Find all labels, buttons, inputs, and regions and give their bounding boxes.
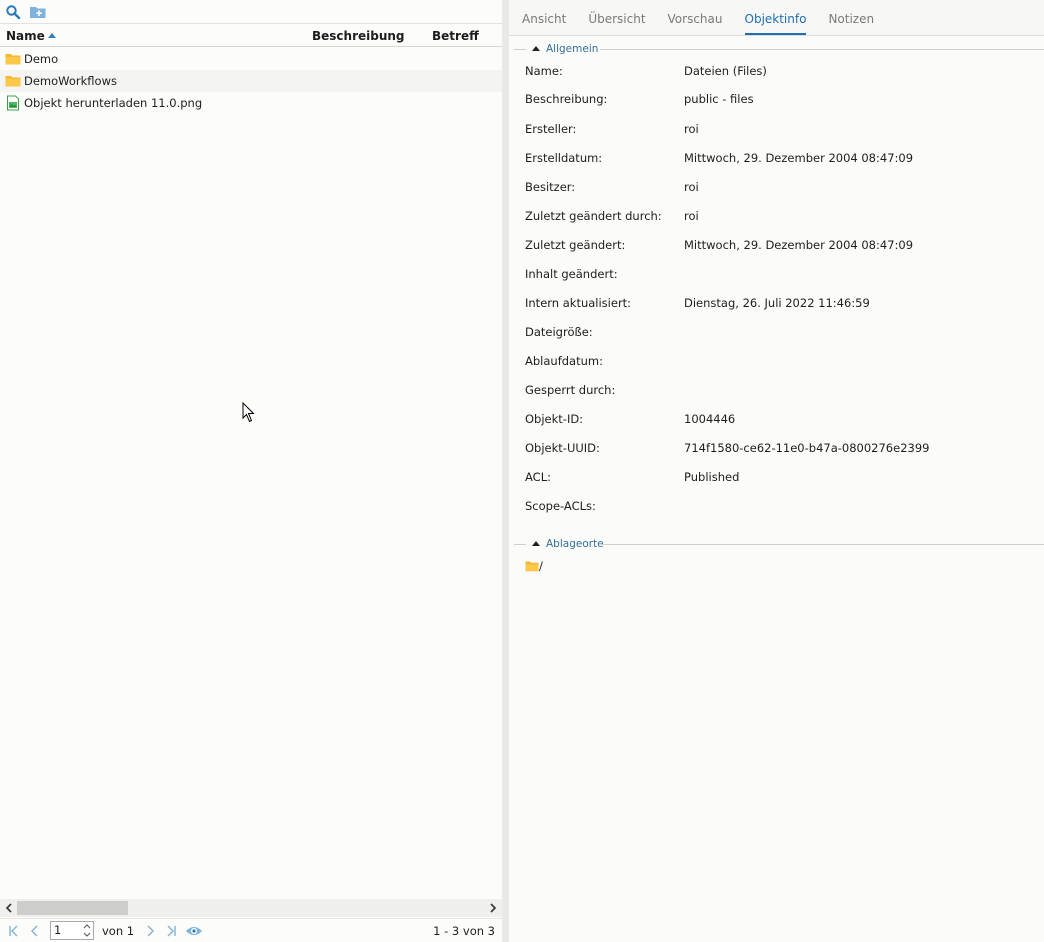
file-name: Demo [24, 52, 59, 66]
property-row: Besitzer: roi [525, 180, 1035, 196]
tab-ansicht[interactable]: Ansicht [522, 12, 566, 35]
property-row: Ablaufdatum: [525, 354, 1035, 370]
property-row: Zuletzt geändert: Mittwoch, 29. Dezember … [525, 238, 1035, 254]
property-row: Erstelldatum: Mittwoch, 29. Dezember 2004… [525, 151, 1035, 167]
property-row: Intern aktualisiert: Dienstag, 26. Juli 2… [525, 296, 1035, 312]
tab-uebersicht[interactable]: Übersicht [588, 12, 645, 35]
folder-icon [5, 73, 21, 89]
scroll-left-icon[interactable] [3, 902, 15, 914]
property-value: Dienstag, 26. Juli 2022 11:46:59 [684, 296, 870, 310]
property-value: Mittwoch, 29. Dezember 2004 08:47:09 [684, 238, 914, 252]
property-row: ACL: Published [525, 470, 1035, 486]
collapse-icon [532, 541, 540, 546]
folder-icon [5, 51, 21, 67]
property-label: Name: [525, 64, 563, 78]
section-general-title: Allgemein [546, 43, 599, 55]
file-browser-pane: Name Beschreibung Betreff Demo DemoWorkf… [0, 0, 502, 942]
property-label: Besitzer: [525, 180, 576, 194]
last-page-icon[interactable] [164, 924, 178, 938]
eye-icon[interactable] [185, 924, 203, 938]
property-row: Objekt-ID: 1004446 [525, 412, 1035, 428]
search-icon[interactable] [5, 4, 21, 20]
column-name[interactable]: Name [6, 29, 56, 43]
tab-objektinfo[interactable]: Objektinfo [744, 12, 807, 35]
pagination-bar: 1 von 1 1 - 3 von 3 [0, 918, 502, 942]
property-label: Zuletzt geändert: [525, 238, 626, 252]
property-value: 714f1580-ce62-11e0-b47a-0800276e2399 [684, 441, 930, 455]
property-row: Objekt-UUID: 714f1580-ce62-11e0-b47a-0800… [525, 441, 1035, 457]
first-page-icon[interactable] [7, 924, 21, 938]
scroll-right-icon[interactable] [487, 902, 499, 914]
horizontal-scrollbar[interactable] [0, 899, 502, 917]
image-file-icon [5, 95, 21, 111]
property-label: Dateigröße: [525, 325, 593, 339]
property-label: Intern aktualisiert: [525, 296, 632, 310]
list-item[interactable]: Demo [0, 48, 502, 70]
property-value: 1004446 [684, 412, 736, 426]
next-page-icon[interactable] [143, 924, 157, 938]
page-total-label: von 1 [102, 923, 135, 938]
property-label: ACL: [525, 470, 551, 484]
tab-notizen[interactable]: Notizen [828, 12, 874, 35]
property-label: Gesperrt durch: [525, 383, 616, 397]
property-label: Erstelldatum: [525, 151, 603, 165]
page-number-input[interactable]: 1 [50, 921, 94, 940]
file-name: Objekt herunterladen 11.0.png [24, 96, 203, 110]
property-row: Dateigröße: [525, 325, 1035, 341]
property-row: Zuletzt geändert durch: roi [525, 209, 1035, 225]
collapse-icon [532, 46, 540, 51]
file-toolbar [0, 0, 502, 24]
record-count: 1 - 3 von 3 [433, 924, 495, 938]
file-list-header: Name Beschreibung Betreff [0, 25, 502, 47]
column-subject[interactable]: Betreff [432, 29, 479, 43]
property-label: Objekt-ID: [525, 412, 584, 426]
property-value: Published [684, 470, 740, 484]
new-folder-icon[interactable] [29, 4, 46, 20]
previous-page-icon[interactable] [28, 924, 42, 938]
column-name-label: Name [6, 29, 45, 43]
scrollbar-thumb[interactable] [17, 901, 128, 915]
property-row: Ersteller: roi [525, 122, 1035, 138]
column-description[interactable]: Beschreibung [312, 29, 405, 43]
property-label: Inhalt geändert: [525, 267, 618, 281]
property-value: public - files [684, 92, 754, 106]
property-row: Name: Dateien (Files) [525, 64, 1035, 80]
tab-vorschau[interactable]: Vorschau [668, 12, 723, 35]
page-spinner-icon[interactable] [83, 923, 91, 938]
pane-splitter[interactable] [502, 0, 509, 942]
section-locations-header[interactable]: Ablageorte [514, 538, 1044, 550]
property-label: Beschreibung: [525, 92, 608, 106]
file-list: Demo DemoWorkflows Objekt herunterladen … [0, 48, 502, 114]
location-path: / [539, 559, 543, 573]
mouse-pointer-icon [242, 401, 256, 423]
location-link[interactable]: / [525, 559, 543, 573]
property-label: Zuletzt geändert durch: [525, 209, 662, 223]
page-number-value: 1 [54, 923, 62, 937]
property-value: roi [684, 209, 699, 223]
property-label: Ersteller: [525, 122, 577, 136]
section-general-header[interactable]: Allgemein [514, 43, 1044, 55]
property-value: roi [684, 122, 699, 136]
section-locations-title: Ablageorte [546, 538, 604, 550]
property-label: Scope-ACLs: [525, 499, 596, 513]
property-row: Beschreibung: public - files [525, 92, 1035, 108]
property-label: Ablaufdatum: [525, 354, 603, 368]
sort-ascending-icon [47, 33, 56, 38]
property-value: Dateien (Files) [684, 64, 767, 78]
property-value: roi [684, 180, 699, 194]
property-row: Gesperrt durch: [525, 383, 1035, 399]
property-row: Inhalt geändert: [525, 267, 1035, 283]
property-label: Objekt-UUID: [525, 441, 600, 455]
folder-icon [525, 560, 539, 572]
details-pane: Ansicht Übersicht Vorschau Objektinfo No… [509, 0, 1044, 942]
property-value: Mittwoch, 29. Dezember 2004 08:47:09 [684, 151, 914, 165]
details-tabs: Ansicht Übersicht Vorschau Objektinfo No… [509, 0, 1044, 36]
property-row: Scope-ACLs: [525, 499, 1035, 515]
list-item[interactable]: DemoWorkflows [0, 70, 502, 92]
file-name: DemoWorkflows [24, 74, 117, 88]
list-item[interactable]: Objekt herunterladen 11.0.png [0, 92, 502, 114]
